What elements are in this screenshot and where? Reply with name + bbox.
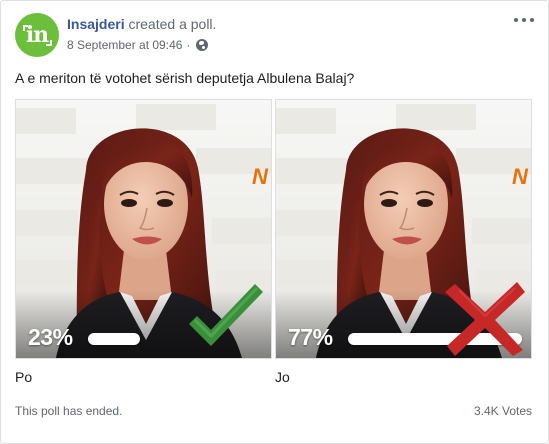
author-link[interactable]: Insajderi [67,16,125,32]
post-timestamp[interactable]: 8 September at 09:46 [67,38,182,52]
post-action-text: created a poll. [124,16,217,32]
avatar-logo-text: in [22,22,53,48]
checkmark-icon [189,284,263,346]
globe-icon[interactable] [196,39,209,51]
more-options-icon[interactable] [514,15,534,25]
cross-icon [445,282,525,356]
option-percent: 23% [28,324,73,350]
poll-status: This poll has ended. [15,404,123,418]
dot [530,18,534,22]
page-avatar[interactable]: in [15,13,59,57]
option-label-jo: Jo [275,369,290,385]
post-headline: Insajderi created a poll. [67,15,216,33]
option-label-po: Po [15,369,33,385]
result-bar [88,333,140,345]
poll-option-jo[interactable]: 77% [275,99,532,359]
poll-post-card: in Insajderi created a poll. 8 September… [0,0,549,444]
dot [522,18,526,22]
poll-question: A e meriton të votohet sërish deputetja … [15,70,355,86]
meta-separator: · [186,38,191,52]
vote-count[interactable]: 3.4K Votes [474,404,532,418]
dot [514,18,518,22]
option-percent: 77% [288,324,333,350]
poll-option-po[interactable]: 23% [15,99,272,359]
post-meta: 8 September at 09:46 · [67,38,209,52]
